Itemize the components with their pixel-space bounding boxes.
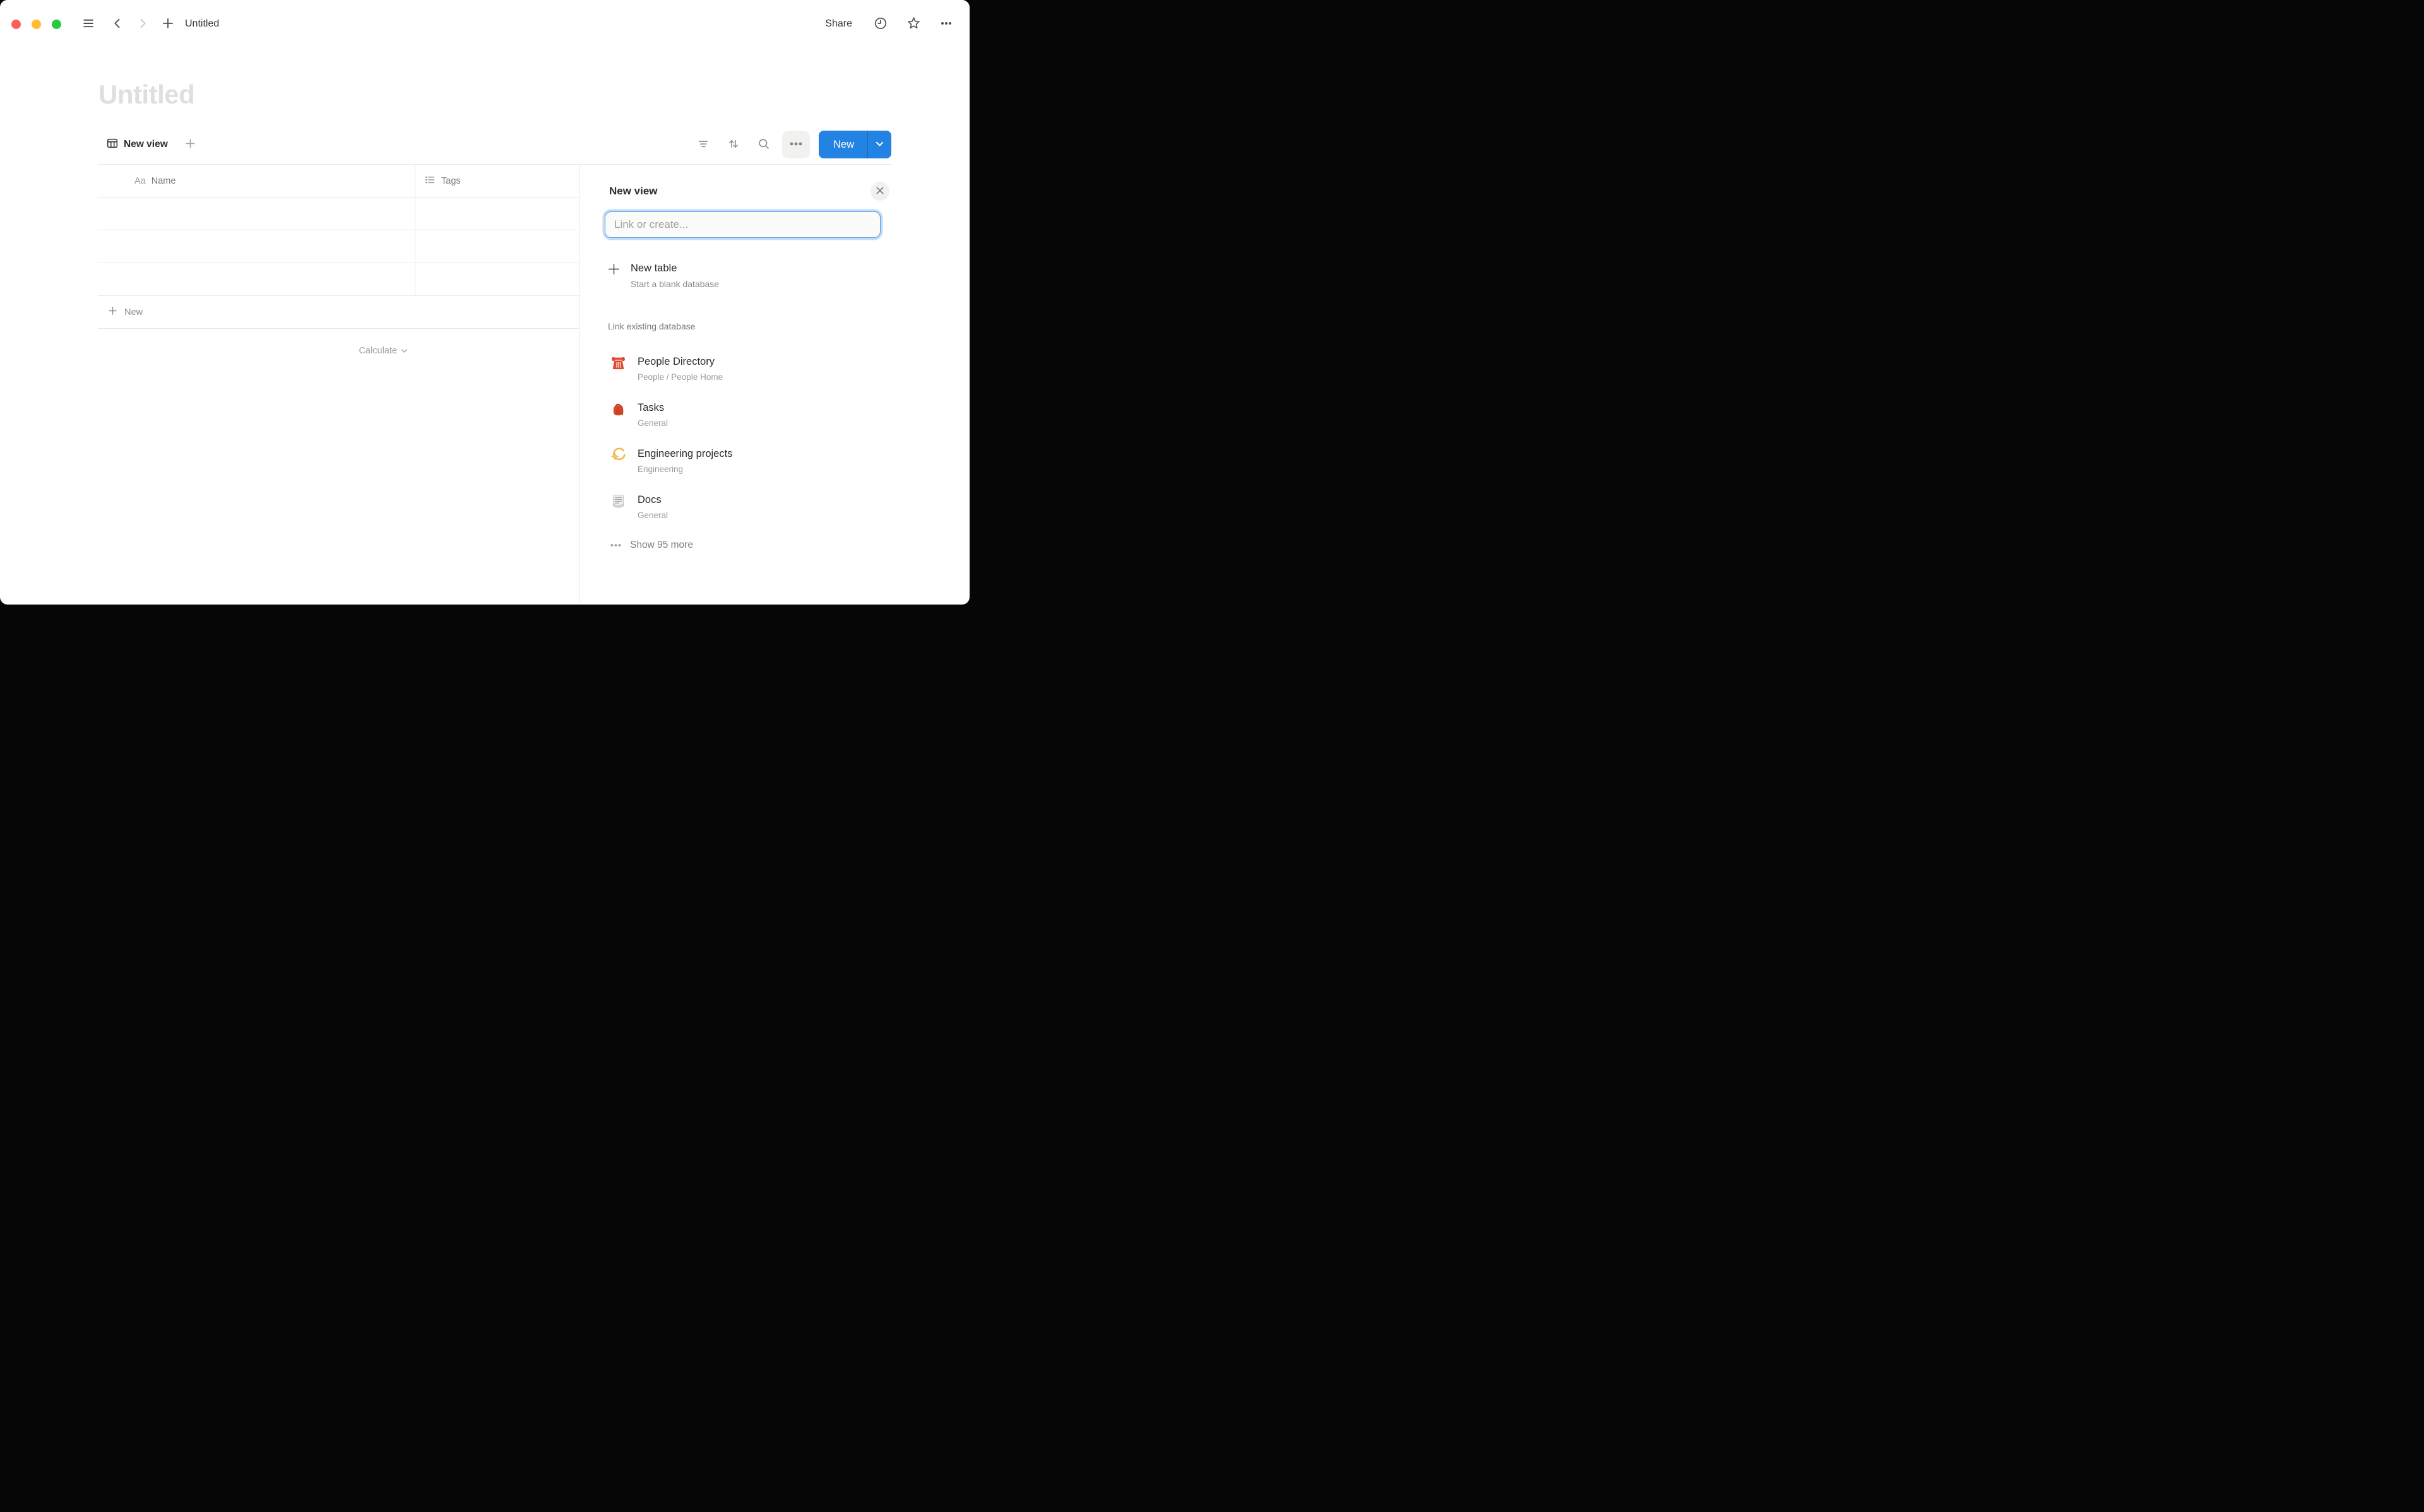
cell-name[interactable]: [98, 198, 415, 230]
add-row-button[interactable]: New: [98, 296, 579, 329]
cell-tags[interactable]: [415, 230, 579, 263]
calculate-button[interactable]: Calculate: [98, 329, 415, 373]
show-more-button[interactable]: Show 95 more: [605, 540, 693, 551]
table-view-icon: [107, 138, 118, 152]
favorite-button[interactable]: [904, 15, 923, 33]
ellipsis-icon: [940, 17, 953, 32]
nav-back-button[interactable]: [108, 15, 127, 33]
share-button[interactable]: Share: [820, 16, 857, 32]
table-header-row: Aa Name Tags: [98, 165, 579, 198]
add-row-label: New: [124, 307, 143, 317]
page-title[interactable]: Untitled: [98, 76, 194, 114]
plus-icon: [107, 305, 118, 319]
red-backpack-emoji: [610, 401, 627, 418]
database-suggestions-list: People Directory People / People Home Ta…: [605, 354, 891, 522]
database-path: Engineering: [638, 463, 732, 476]
chevron-down-icon: [401, 346, 408, 356]
view-toolbar: New view: [98, 125, 891, 164]
new-table-label: New table: [631, 261, 719, 276]
sort-arrows-icon: [727, 138, 740, 152]
database-title: Tasks: [638, 400, 668, 415]
window-controls: [11, 20, 61, 29]
cell-name[interactable]: [98, 263, 415, 295]
database-path: General: [638, 417, 668, 430]
red-telephone-emoji: [610, 355, 627, 372]
add-view-button[interactable]: [182, 136, 199, 153]
bulleted-list-icon: [424, 174, 436, 188]
star-icon: [906, 16, 921, 32]
table-row: [98, 230, 579, 263]
comet-emoji: [610, 447, 627, 464]
new-view-panel: New view New table Start a blank databas…: [579, 165, 891, 605]
plus-icon: [184, 138, 196, 151]
ellipsis-icon: [788, 136, 804, 154]
database-title: Engineering projects: [638, 446, 732, 461]
window-titlebar: Untitled Share: [0, 0, 970, 48]
hamburger-icon: [81, 16, 95, 32]
new-record-dropdown-button[interactable]: [868, 131, 891, 158]
search-icon: [758, 138, 770, 152]
database-option-tasks[interactable]: Tasks General: [610, 400, 891, 430]
database-title: People Directory: [638, 354, 723, 369]
database-path: General: [638, 509, 668, 522]
clock-icon: [874, 16, 888, 32]
filter-icon: [697, 138, 710, 152]
plus-icon: [607, 263, 621, 291]
new-tab-button[interactable]: [158, 15, 177, 33]
cell-tags[interactable]: [415, 198, 579, 230]
chevron-right-icon: [136, 17, 149, 32]
window-minimize-button[interactable]: [32, 20, 41, 29]
calculate-label: Calculate: [359, 346, 397, 356]
sidebar-toggle-button[interactable]: [79, 15, 98, 33]
updates-button[interactable]: [871, 15, 890, 33]
tab-new-view[interactable]: New view: [98, 134, 173, 156]
filter-button[interactable]: [692, 134, 714, 155]
window-zoom-button[interactable]: [52, 20, 61, 29]
new-record-split-button: New: [819, 131, 891, 158]
more-options-button[interactable]: [937, 15, 956, 33]
new-table-option[interactable]: New table Start a blank database: [605, 261, 891, 291]
table-row: [98, 263, 579, 296]
column-header-tags[interactable]: Tags: [415, 165, 579, 197]
nav-forward-button[interactable]: [133, 15, 152, 33]
cell-tags[interactable]: [415, 263, 579, 295]
link-existing-section-label: Link existing database: [605, 321, 891, 334]
chevron-down-icon: [876, 139, 884, 150]
view-tab-label: New view: [124, 139, 168, 150]
database-path: People / People Home: [638, 371, 723, 384]
text-type-icon: Aa: [134, 176, 146, 186]
cell-name[interactable]: [98, 230, 415, 263]
column-label: Tags: [441, 176, 461, 186]
view-options-button[interactable]: [782, 131, 810, 158]
database-table: Aa Name Tags New: [98, 165, 579, 373]
column-label: Name: [152, 176, 176, 186]
link-or-create-input[interactable]: [605, 211, 881, 238]
window-close-button[interactable]: [11, 20, 21, 29]
close-panel-button[interactable]: [870, 182, 889, 201]
close-icon: [876, 186, 884, 197]
sort-button[interactable]: [723, 134, 744, 155]
database-option-docs[interactable]: Docs General: [610, 492, 891, 522]
new-record-button[interactable]: New: [819, 131, 867, 158]
new-table-description: Start a blank database: [631, 277, 719, 291]
window-tab-title: Untitled: [185, 18, 219, 30]
column-header-name[interactable]: Aa Name: [98, 165, 415, 197]
panel-title: New view: [609, 185, 658, 198]
chevron-left-icon: [111, 17, 124, 32]
ellipsis-icon: [610, 540, 622, 551]
page-with-curl-emoji: [610, 493, 627, 510]
search-button[interactable]: [753, 134, 775, 155]
database-option-people-directory[interactable]: People Directory People / People Home: [610, 354, 891, 384]
notion-window: Untitled Share Untitled: [0, 0, 970, 605]
plus-icon: [162, 17, 174, 32]
show-more-label: Show 95 more: [630, 540, 693, 551]
table-row: [98, 198, 579, 230]
topbar-actions: Share: [820, 15, 956, 33]
database-title: Docs: [638, 492, 668, 507]
database-option-engineering-projects[interactable]: Engineering projects Engineering: [610, 446, 891, 476]
